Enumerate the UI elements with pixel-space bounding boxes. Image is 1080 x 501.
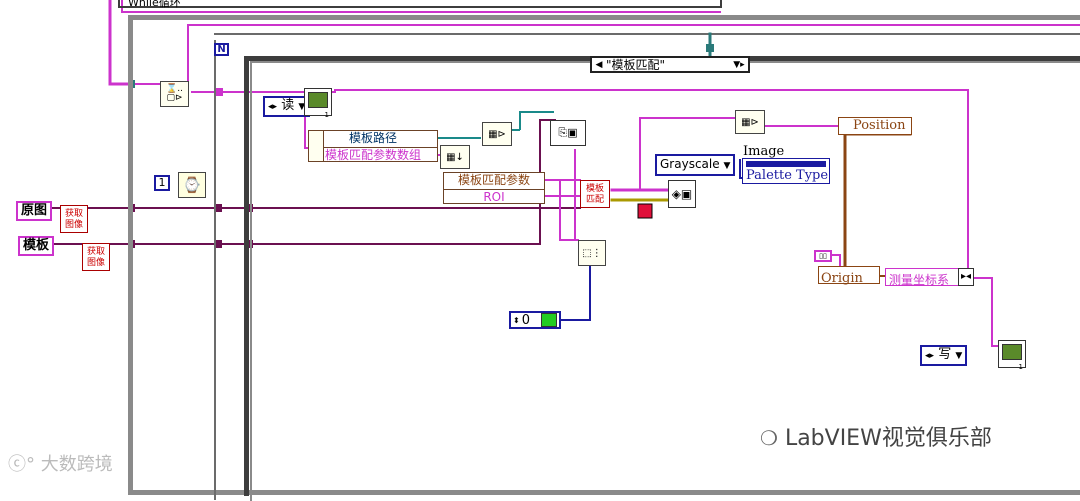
- image-copy-subvi[interactable]: ⎘▣: [550, 120, 586, 146]
- unbundle-position-icon[interactable]: ▦⊳: [735, 110, 765, 134]
- ring-dropdown-icon: ▼: [723, 161, 731, 171]
- origin-field: Origin: [821, 271, 863, 286]
- write-file-subvi[interactable]: 1: [998, 340, 1026, 371]
- template-unbundle[interactable]: 模板路径 模板匹配参数数组: [308, 130, 438, 162]
- coord-system-bundle[interactable]: 测量坐标系: [885, 268, 960, 287]
- loop-subvi-icon[interactable]: ⌛.. ▢⊳: [160, 81, 189, 107]
- template-params-array-field: 模板匹配参数数组: [324, 148, 421, 162]
- while-loop-top: [118, 0, 722, 8]
- coord-system-field: 测量坐标系: [889, 273, 950, 287]
- coord-constant[interactable]: ▯▯: [814, 250, 832, 262]
- file-icon: [308, 92, 328, 108]
- image-refnum-bar: [746, 161, 826, 167]
- read-file-subvi[interactable]: 1: [304, 88, 332, 119]
- watermark-left: ⓒ° 大数跨境: [8, 454, 113, 475]
- image-property-label: Image: [743, 144, 785, 159]
- roi-field: ROI: [483, 190, 505, 204]
- case-dropdown-icon[interactable]: ▼▸: [730, 60, 748, 70]
- position-field: Position: [853, 118, 906, 133]
- get-image-subvi-1[interactable]: 获取图像: [60, 205, 88, 233]
- template-image-control[interactable]: 模板: [18, 236, 55, 256]
- original-image-control[interactable]: 原图: [16, 201, 53, 221]
- index-array-icon[interactable]: ▦↓: [440, 145, 470, 169]
- image-display-subvi[interactable]: ◈▣: [668, 180, 696, 208]
- image-type-ring[interactable]: Grayscale ▼: [655, 154, 736, 176]
- read-path-subvi[interactable]: ▦⊳: [482, 122, 512, 146]
- case-selector[interactable]: ◀ "模板匹配" ▼▸: [590, 56, 750, 73]
- color-box-icon: [541, 313, 557, 327]
- origin-bundle[interactable]: Origin: [818, 266, 880, 286]
- enum-inc-icon: ◂▸: [268, 102, 278, 112]
- enum-dropdown-icon-2: ▼: [955, 351, 963, 361]
- weibo-icon: ⓒ°: [8, 454, 35, 475]
- case-decrement-icon[interactable]: ◀: [592, 60, 606, 70]
- wait-ms-icon[interactable]: ⌚: [178, 172, 206, 198]
- stepper-icon: ⬍: [513, 315, 520, 325]
- while-loop-label: While循环: [128, 0, 181, 9]
- match-params-field: 模板匹配参数: [444, 173, 544, 190]
- palette-type-field: Palette Type: [746, 168, 829, 183]
- enum-inc-icon-2: ◂▸: [925, 351, 935, 361]
- file-icon-2: [1002, 344, 1022, 360]
- bundle-by-name-icon[interactable]: ▸◂: [958, 268, 974, 286]
- wechat-icon: ❍: [760, 426, 778, 450]
- template-match-subvi[interactable]: 模板匹配: [580, 180, 610, 208]
- unbundle-icon: [308, 130, 324, 162]
- template-path-field: 模板路径: [309, 131, 437, 148]
- numeric-constant[interactable]: ⬍ 0: [509, 311, 561, 329]
- watermark-right: ❍ LabVIEW视觉俱乐部: [760, 426, 992, 451]
- match-params-unbundle[interactable]: 模板匹配参数 ROI: [443, 172, 545, 204]
- get-image-subvi-2[interactable]: 获取图像: [82, 243, 110, 271]
- image-property-node[interactable]: Palette Type: [742, 158, 830, 184]
- roi-subvi[interactable]: ⬚⋮: [578, 240, 606, 266]
- wait-constant[interactable]: 1: [154, 175, 170, 191]
- for-loop-count-terminal[interactable]: N: [214, 43, 229, 56]
- write-mode-enum[interactable]: ◂▸ 写 ▼: [920, 345, 968, 366]
- case-selector-value: "模板匹配": [606, 58, 666, 72]
- position-unbundle[interactable]: Position: [838, 117, 912, 135]
